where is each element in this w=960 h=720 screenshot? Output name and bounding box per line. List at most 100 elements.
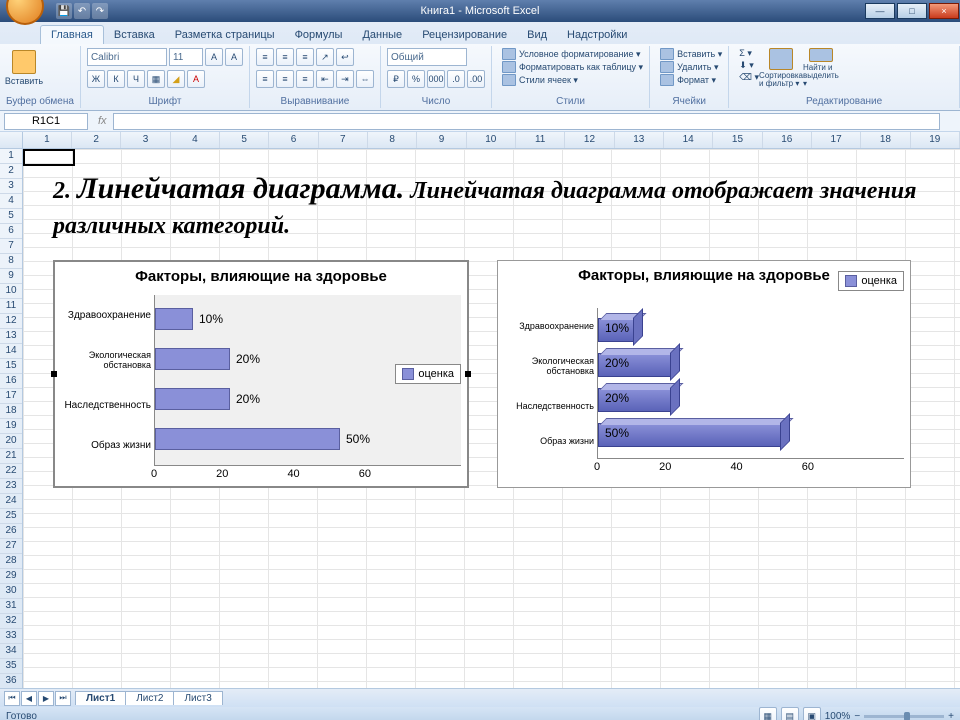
row-header[interactable]: 33 [0, 629, 22, 644]
row-header[interactable]: 5 [0, 209, 22, 224]
col-header[interactable]: 16 [763, 132, 812, 148]
save-icon[interactable]: 💾 [56, 3, 72, 19]
font-size-combo[interactable]: 11 [169, 48, 203, 66]
col-header[interactable]: 17 [812, 132, 861, 148]
chart-2[interactable]: Факторы, влияющие на здоровье оценка Здр… [497, 260, 911, 488]
row-header[interactable]: 17 [0, 389, 22, 404]
col-header[interactable]: 5 [220, 132, 269, 148]
align-middle-icon[interactable]: ≡ [276, 48, 294, 66]
cells-area[interactable]: 2. Линейчатая диаграмма. Линейчатая диаг… [23, 149, 960, 688]
align-left-icon[interactable]: ≡ [256, 70, 274, 88]
col-header[interactable]: 1 [23, 132, 72, 148]
col-header[interactable]: 7 [319, 132, 368, 148]
comma-icon[interactable]: 000 [427, 70, 445, 88]
cell-styles-button[interactable]: Стили ячеек ▾ [502, 74, 643, 86]
col-header[interactable]: 14 [664, 132, 713, 148]
tab-page-layout[interactable]: Разметка страницы [165, 26, 285, 44]
sheet-first-icon[interactable]: ⏮ [4, 691, 20, 706]
find-select-button[interactable]: Найти и выделить ▾ [803, 48, 839, 88]
row-header[interactable]: 23 [0, 479, 22, 494]
col-header[interactable]: 13 [615, 132, 664, 148]
sheet-next-icon[interactable]: ▶ [38, 691, 54, 706]
tab-data[interactable]: Данные [352, 26, 412, 44]
office-button[interactable] [6, 0, 44, 25]
row-header[interactable]: 1 [0, 149, 22, 164]
tab-insert[interactable]: Вставка [104, 26, 165, 44]
tab-review[interactable]: Рецензирование [412, 26, 517, 44]
formula-input[interactable] [113, 113, 940, 130]
sheet-tab-2[interactable]: Лист2 [125, 691, 174, 705]
col-header[interactable]: 10 [467, 132, 516, 148]
col-header[interactable]: 11 [516, 132, 565, 148]
row-header[interactable]: 10 [0, 284, 22, 299]
paste-button[interactable]: Вставить [6, 48, 42, 88]
border-icon[interactable]: ▦ [147, 70, 165, 88]
row-header[interactable]: 11 [0, 299, 22, 314]
format-cells-button[interactable]: Формат ▾ [660, 74, 722, 86]
row-header[interactable]: 27 [0, 539, 22, 554]
dec-inc-icon[interactable]: .0 [447, 70, 465, 88]
row-header[interactable]: 29 [0, 569, 22, 584]
row-header[interactable]: 12 [0, 314, 22, 329]
align-center-icon[interactable]: ≡ [276, 70, 294, 88]
row-header[interactable]: 18 [0, 404, 22, 419]
sheet-tab-3[interactable]: Лист3 [173, 691, 222, 705]
col-header[interactable]: 19 [911, 132, 960, 148]
row-header[interactable]: 14 [0, 344, 22, 359]
clear-button[interactable]: ⌫ ▾ [739, 72, 759, 83]
row-header[interactable]: 24 [0, 494, 22, 509]
number-format-combo[interactable]: Общий [387, 48, 467, 66]
wrap-text-icon[interactable]: ↩ [336, 48, 354, 66]
row-header[interactable]: 26 [0, 524, 22, 539]
view-normal-icon[interactable]: ▦ [759, 707, 777, 720]
tab-home[interactable]: Главная [40, 25, 104, 44]
fx-icon[interactable]: fx [98, 115, 107, 127]
row-header[interactable]: 20 [0, 434, 22, 449]
col-header[interactable]: 6 [269, 132, 318, 148]
sheet-prev-icon[interactable]: ◀ [21, 691, 37, 706]
close-button[interactable]: × [929, 3, 959, 19]
row-header[interactable]: 7 [0, 239, 22, 254]
col-header[interactable]: 2 [72, 132, 121, 148]
sheet-last-icon[interactable]: ⏭ [55, 691, 71, 706]
italic-button[interactable]: К [107, 70, 125, 88]
format-as-table-button[interactable]: Форматировать как таблицу ▾ [502, 61, 643, 73]
zoom-out-button[interactable]: − [854, 711, 860, 720]
insert-cells-button[interactable]: Вставить ▾ [660, 48, 722, 60]
indent-dec-icon[interactable]: ⇤ [316, 70, 334, 88]
zoom-in-button[interactable]: + [948, 711, 954, 720]
col-header[interactable]: 3 [121, 132, 170, 148]
indent-inc-icon[interactable]: ⇥ [336, 70, 354, 88]
sort-filter-button[interactable]: Сортировка и фильтр ▾ [763, 48, 799, 88]
row-header[interactable]: 9 [0, 269, 22, 284]
percent-icon[interactable]: % [407, 70, 425, 88]
zoom-slider[interactable] [864, 715, 944, 718]
row-header[interactable]: 2 [0, 164, 22, 179]
row-header[interactable]: 32 [0, 614, 22, 629]
name-box[interactable]: R1C1 [4, 113, 88, 130]
col-header[interactable]: 8 [368, 132, 417, 148]
currency-icon[interactable]: ₽ [387, 70, 405, 88]
shrink-font-icon[interactable]: A [225, 48, 243, 66]
bold-button[interactable]: Ж [87, 70, 105, 88]
col-header[interactable]: 18 [861, 132, 910, 148]
grow-font-icon[interactable]: A [205, 48, 223, 66]
minimize-button[interactable]: — [865, 3, 895, 19]
align-bottom-icon[interactable]: ≡ [296, 48, 314, 66]
select-all-corner[interactable] [0, 132, 23, 148]
col-header[interactable]: 15 [713, 132, 762, 148]
row-header[interactable]: 28 [0, 554, 22, 569]
col-header[interactable]: 9 [417, 132, 466, 148]
font-name-combo[interactable]: Calibri [87, 48, 167, 66]
row-header[interactable]: 35 [0, 659, 22, 674]
view-break-icon[interactable]: ▣ [803, 707, 821, 720]
row-header[interactable]: 25 [0, 509, 22, 524]
conditional-formatting-button[interactable]: Условное форматирование ▾ [502, 48, 643, 60]
fill-color-icon[interactable]: ◢ [167, 70, 185, 88]
col-header[interactable]: 4 [171, 132, 220, 148]
row-header[interactable]: 36 [0, 674, 22, 688]
tab-formulas[interactable]: Формулы [285, 26, 353, 44]
font-color-icon[interactable]: A [187, 70, 205, 88]
sheet-tab-1[interactable]: Лист1 [75, 691, 126, 705]
col-header[interactable]: 12 [565, 132, 614, 148]
